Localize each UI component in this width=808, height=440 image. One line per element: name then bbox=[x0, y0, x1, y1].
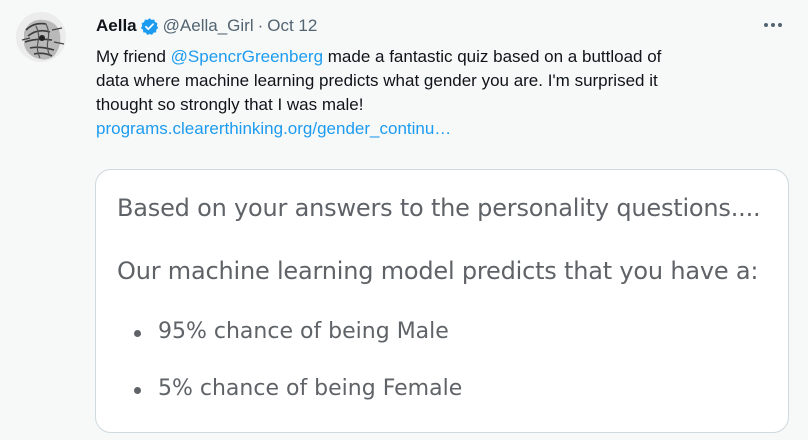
avatar[interactable] bbox=[16, 12, 66, 62]
verified-badge-icon bbox=[140, 17, 159, 36]
tweet-text-post: made a fantastic quiz based on a buttloa… bbox=[323, 47, 662, 66]
tweet-text-pre: My friend bbox=[96, 47, 171, 66]
card-item-male: 95% chance of being Male bbox=[158, 319, 449, 344]
mention-link[interactable]: @SpencrGreenberg bbox=[171, 47, 323, 66]
card-line-2: Our machine learning model predicts that… bbox=[117, 257, 759, 285]
tweet-url-link[interactable]: programs.clearerthinking.org/gender_cont… bbox=[96, 117, 796, 141]
author-handle[interactable]: @Aella_Girl bbox=[163, 15, 254, 37]
more-options-icon[interactable] bbox=[760, 14, 786, 36]
card-item-female: 5% chance of being Female bbox=[158, 376, 463, 401]
more-dot bbox=[771, 23, 775, 27]
tweet-body: My friend @SpencrGreenberg made a fantas… bbox=[96, 45, 796, 141]
tweet-text-line-2: data where machine learning predicts wha… bbox=[96, 71, 658, 90]
bullet-icon bbox=[134, 387, 141, 394]
tweet-text-line-1: My friend @SpencrGreenberg made a fantas… bbox=[96, 45, 796, 69]
tweet-date[interactable]: Oct 12 bbox=[267, 15, 317, 37]
attached-image-card[interactable]: Based on your answers to the personality… bbox=[95, 169, 789, 433]
author-name[interactable]: Aella bbox=[96, 15, 137, 37]
tweet-text-line-3: thought so strongly that I was male! bbox=[96, 95, 364, 114]
bullet-icon bbox=[134, 330, 141, 337]
more-dot bbox=[764, 23, 768, 27]
tweet-header: Aella @Aella_Girl · Oct 12 bbox=[96, 15, 317, 37]
header-separator: · bbox=[257, 16, 264, 35]
avatar-sketch-image bbox=[16, 12, 66, 62]
card-line-1: Based on your answers to the personality… bbox=[117, 194, 761, 222]
more-dot bbox=[778, 23, 782, 27]
